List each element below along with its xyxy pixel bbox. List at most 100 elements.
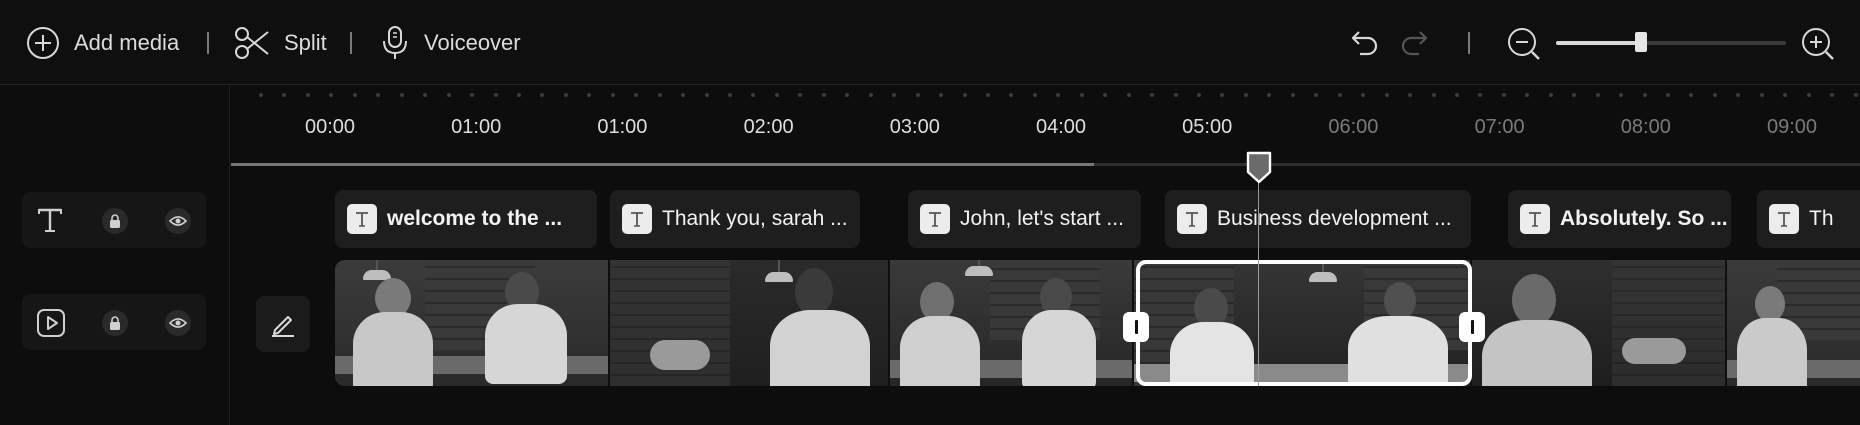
ruler-tick (634, 93, 639, 97)
redo-icon[interactable] (1399, 28, 1429, 56)
ruler-tick (1384, 93, 1389, 97)
ruler-time-label: 06:00 (1328, 116, 1379, 138)
track-header-panel (0, 86, 230, 425)
add-media-label: Add media (74, 30, 180, 55)
toolbar-divider (207, 32, 209, 54)
ruler-tick (446, 93, 451, 97)
text-clip-label: Th (1809, 207, 1834, 230)
selected-video-clip[interactable] (1123, 260, 1485, 386)
ruler-tick (1642, 93, 1647, 97)
voiceover-button[interactable]: Voiceover (380, 24, 521, 62)
ruler-tick (352, 93, 357, 97)
add-circle-icon (27, 27, 59, 59)
video-thumbnail (1727, 260, 1860, 386)
ruler-tick (1525, 93, 1530, 97)
ruler-tick (1783, 93, 1788, 97)
ruler-tick (985, 93, 990, 97)
ruler-tick (1079, 93, 1084, 97)
text-icon (631, 212, 643, 227)
zoom-slider-fill (1556, 41, 1642, 45)
video-thumbnail (1472, 260, 1727, 386)
ruler-tick (704, 93, 709, 97)
ruler-time-label: 00:00 (304, 116, 356, 138)
text-clip[interactable]: welcome to the ... (335, 190, 597, 248)
undo-icon[interactable] (1350, 28, 1380, 56)
text-clip[interactable]: Thank you, sarah ... (610, 190, 860, 248)
video-track-controls (22, 294, 206, 350)
ruler-time-label: 04:00 (1035, 116, 1087, 138)
zoom-in-icon[interactable] (1800, 26, 1836, 62)
text-icon (1529, 212, 1541, 227)
ruler-tick (751, 93, 756, 97)
pencil-icon (272, 316, 294, 337)
ruler-tick (1619, 93, 1624, 97)
text-clip-label: Business development ... (1217, 207, 1452, 230)
trim-handle-right[interactable] (1459, 312, 1485, 342)
timeline-progress-fill (231, 163, 1095, 166)
ruler-tick (587, 93, 592, 97)
visibility-toggle[interactable] (165, 310, 191, 336)
ruler-tick (1032, 93, 1037, 97)
ruler-tick (728, 93, 732, 97)
text-clip-icon (1520, 204, 1550, 234)
timeline-progress-bar[interactable] (231, 163, 1860, 166)
toolbar-divider (1468, 32, 1470, 54)
edit-clip-button[interactable] (256, 296, 310, 352)
text-clip[interactable]: Business development ... (1165, 190, 1471, 248)
zoom-out-icon[interactable] (1506, 26, 1542, 62)
text-clip[interactable]: John, let's start ... (908, 190, 1141, 248)
ruler-tick (470, 93, 475, 97)
text-clip-icon (1769, 204, 1799, 234)
ruler-tick (1009, 93, 1014, 97)
ruler-tick (939, 93, 944, 97)
eye-icon (169, 216, 187, 226)
ruler-time-label: 02:00 (743, 116, 794, 138)
ruler-tick (563, 93, 568, 97)
ruler-tick (892, 93, 897, 97)
add-media-button[interactable]: Add media (26, 24, 179, 62)
ruler-tick (821, 93, 826, 97)
playhead-handle[interactable] (1245, 150, 1273, 184)
text-clip-label: John, let's start ... (960, 207, 1124, 230)
ruler-tick (1150, 93, 1155, 97)
video-track[interactable] (335, 260, 1860, 386)
ruler-tick (282, 93, 287, 97)
ruler-tick (1454, 93, 1459, 97)
ruler-tick (399, 93, 404, 97)
eye-icon (169, 318, 187, 328)
toolbar-divider (350, 32, 352, 54)
timeline-ruler[interactable]: 00:00 01:00 01:00 02:00 03:00 04:00 05:00 06:00… (231, 86, 1860, 166)
lock-track-button[interactable] (102, 310, 128, 336)
ruler-tick (774, 93, 779, 97)
ruler-tick (1595, 93, 1600, 97)
text-clip[interactable]: Th (1757, 190, 1860, 248)
zoom-slider-thumb[interactable] (1635, 32, 1648, 52)
visibility-toggle[interactable] (165, 208, 191, 234)
video-thumbnail (335, 260, 610, 386)
ruler-tick (1806, 93, 1811, 97)
ruler-tick (1243, 93, 1248, 97)
ruler-time-label: 08:00 (1620, 116, 1671, 138)
toolbar: Add media Split Voiceover (0, 0, 1860, 85)
text-clip-icon (622, 204, 652, 234)
text-clip-icon (1177, 204, 1207, 234)
trim-handle-left[interactable] (1123, 312, 1149, 342)
ruler-tick (1501, 93, 1506, 97)
split-button[interactable]: Split (234, 24, 327, 62)
ruler-tick (915, 93, 920, 97)
ruler-tick (1712, 93, 1717, 97)
zoom-slider[interactable] (1556, 32, 1786, 52)
ruler-tick (493, 93, 498, 97)
ruler-tick (1173, 93, 1178, 97)
ruler-tick (657, 93, 662, 97)
text-clip[interactable]: Absolutely. So ... (1508, 190, 1731, 248)
ruler-tick (259, 93, 263, 97)
lock-track-button[interactable] (102, 208, 128, 234)
ruler-time-label: 01:00 (597, 116, 648, 138)
ruler-time-label: 07:00 (1474, 116, 1525, 138)
ruler-tick (610, 93, 615, 97)
ruler-tick (540, 93, 545, 97)
ruler-tick (1337, 93, 1342, 97)
ruler-tick (1736, 93, 1741, 97)
ruler-tick (962, 93, 967, 97)
